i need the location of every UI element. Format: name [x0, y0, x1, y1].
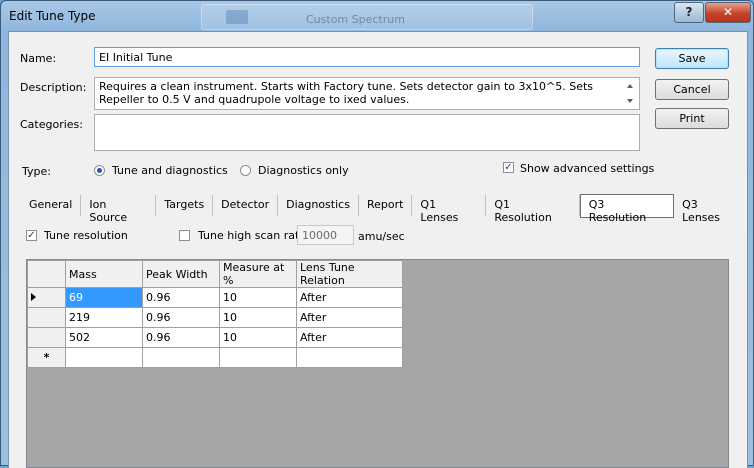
description-field[interactable]: Requires a clean instrument. Starts with…	[94, 77, 640, 110]
background-window-icon	[226, 10, 248, 24]
table-row[interactable]: 219 0.96 10 After	[27, 307, 403, 328]
high-scan-rate-input[interactable]: 10000	[297, 225, 354, 245]
description-value: Requires a clean instrument. Starts with…	[99, 80, 594, 106]
column-header-peak-width[interactable]: Peak Width	[142, 260, 220, 288]
tab-targets[interactable]: Targets	[156, 195, 214, 216]
tune-and-diagnostics-radio[interactable]	[94, 165, 105, 176]
high-scan-rate-label[interactable]: Tune high scan rate:	[198, 229, 310, 242]
name-label: Name:	[20, 52, 57, 65]
tune-and-diagnostics-label[interactable]: Tune and diagnostics	[112, 164, 228, 177]
high-scan-rate-checkbox[interactable]	[179, 230, 190, 241]
close-icon[interactable]: ✕	[705, 2, 751, 23]
scroll-up-icon[interactable]	[627, 84, 633, 88]
tab-detector[interactable]: Detector	[213, 195, 279, 216]
tune-resolution-checkbox[interactable]: ✓	[26, 230, 37, 241]
grid-cell[interactable]: 502	[65, 327, 143, 348]
resolution-table: Mass Peak Width Measure at % Lens Tune R…	[27, 260, 403, 368]
table-row[interactable]: 69 0.96 10 After	[27, 287, 403, 308]
scroll-down-icon[interactable]	[627, 99, 633, 103]
tab-general[interactable]: General	[21, 195, 82, 216]
grid-cell[interactable]: 10	[219, 327, 297, 348]
grid-cell[interactable]	[219, 347, 297, 368]
column-header-lens-tune-relation[interactable]: Lens Tune Relation	[296, 260, 403, 288]
edit-tune-type-window: Custom Spectrum Edit Tune Type ? ✕ Name:…	[0, 0, 754, 468]
table-row[interactable]: 502 0.96 10 After	[27, 327, 403, 348]
column-header-mass[interactable]: Mass	[65, 260, 143, 288]
cancel-button[interactable]: Cancel	[655, 79, 729, 100]
high-scan-rate-unit: amu/sec	[358, 230, 405, 243]
settings-tabs: General Ion Source Targets Detector Diag…	[21, 194, 747, 224]
name-value: EI Initial Tune	[99, 51, 173, 64]
new-row[interactable]: *	[27, 347, 403, 368]
diagnostics-only-label[interactable]: Diagnostics only	[258, 164, 349, 177]
tab-q3-resolution[interactable]: Q3 Resolution	[579, 194, 675, 224]
grid-cell[interactable]	[142, 347, 220, 368]
current-row-indicator-icon[interactable]	[27, 287, 66, 308]
grid-cell[interactable]: After	[296, 307, 403, 328]
tab-report[interactable]: Report	[359, 195, 413, 216]
window-title: Edit Tune Type	[9, 9, 96, 23]
show-advanced-label[interactable]: Show advanced settings	[520, 162, 654, 175]
grid-cell[interactable]: 10	[219, 307, 297, 328]
categories-field[interactable]	[94, 114, 640, 151]
diagnostics-only-radio[interactable]	[240, 165, 251, 176]
high-scan-rate-value: 10000	[302, 229, 337, 242]
background-window-title: Custom Spectrum	[306, 13, 405, 26]
print-button[interactable]: Print	[655, 108, 729, 129]
dialog-body: Name: EI Initial Tune Description: Requi…	[8, 31, 748, 468]
help-icon[interactable]: ?	[674, 2, 704, 23]
grid-cell[interactable]: After	[296, 287, 403, 308]
grid-cell[interactable]	[65, 347, 143, 368]
categories-label: Categories:	[20, 118, 83, 131]
grid-cell[interactable]: 69	[65, 287, 143, 308]
grid-cell[interactable]: 219	[65, 307, 143, 328]
tab-q3-lenses[interactable]: Q3 Lenses	[674, 195, 747, 224]
grid-cell[interactable]: 0.96	[142, 287, 220, 308]
show-advanced-checkbox[interactable]: ✓	[503, 162, 514, 173]
name-field[interactable]: EI Initial Tune	[94, 47, 640, 67]
column-header-measure-at[interactable]: Measure at %	[219, 260, 297, 288]
tab-q1-lenses[interactable]: Q1 Lenses	[412, 195, 487, 224]
grid-header-row: Mass Peak Width Measure at % Lens Tune R…	[27, 260, 403, 288]
tune-resolution-label[interactable]: Tune resolution	[44, 229, 128, 242]
row-header[interactable]	[27, 307, 66, 328]
grid-cell[interactable]: 10	[219, 287, 297, 308]
description-scrollbar[interactable]	[623, 79, 638, 108]
grid-cell[interactable]: 0.96	[142, 327, 220, 348]
type-label: Type:	[22, 165, 51, 178]
tab-diagnostics[interactable]: Diagnostics	[278, 195, 359, 216]
grid-cell[interactable]: After	[296, 327, 403, 348]
title-bar[interactable]: Custom Spectrum Edit Tune Type ? ✕	[1, 1, 753, 31]
save-button[interactable]: Save	[655, 48, 729, 69]
tab-q1-resolution[interactable]: Q1 Resolution	[486, 195, 580, 224]
new-row-asterisk-icon[interactable]: *	[27, 347, 66, 368]
tab-ion-source[interactable]: Ion Source	[81, 195, 157, 224]
resolution-grid[interactable]: Mass Peak Width Measure at % Lens Tune R…	[26, 259, 729, 468]
grid-cell[interactable]: 0.96	[142, 307, 220, 328]
description-label: Description:	[20, 81, 87, 94]
grid-corner-header	[27, 260, 66, 288]
grid-cell[interactable]	[296, 347, 403, 368]
row-header[interactable]	[27, 327, 66, 348]
